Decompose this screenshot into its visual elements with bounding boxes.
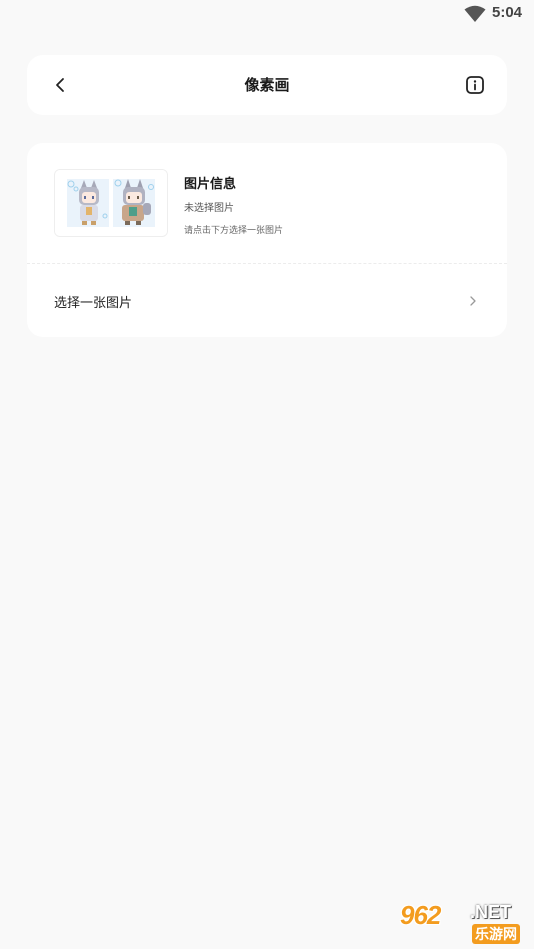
page: 5:04 像素画 图片信息 未选择图片 请点击下方选择一张图片 选择一张图片 9… xyxy=(0,0,534,949)
wifi-icon xyxy=(464,5,486,22)
image-info-title: 图片信息 xyxy=(184,177,237,192)
select-image-label: 选择一张图片 xyxy=(54,296,133,311)
top-app-bar: 像素画 xyxy=(27,55,507,115)
select-image-row[interactable]: 选择一张图片 xyxy=(27,264,507,337)
site-watermark-logo: 962 .NET 乐游网 xyxy=(396,900,530,944)
chevron-right-icon xyxy=(470,296,476,306)
pixel-art-thumbnail-image xyxy=(55,170,167,236)
status-bar: 5:04 xyxy=(0,0,534,30)
info-icon xyxy=(466,76,484,94)
watermark-domain: .NET xyxy=(470,902,512,922)
watermark-cn-text: 乐游网 xyxy=(472,924,520,944)
info-button[interactable] xyxy=(461,71,489,99)
status-time: 5:04 xyxy=(492,4,523,21)
image-info-status: 未选择图片 xyxy=(184,203,234,214)
image-thumbnail xyxy=(54,169,168,237)
page-title: 像素画 xyxy=(244,76,290,94)
watermark-number: 962 xyxy=(400,900,441,930)
image-card: 图片信息 未选择图片 请点击下方选择一张图片 选择一张图片 xyxy=(27,143,507,337)
image-info-hint: 请点击下方选择一张图片 xyxy=(184,226,284,236)
